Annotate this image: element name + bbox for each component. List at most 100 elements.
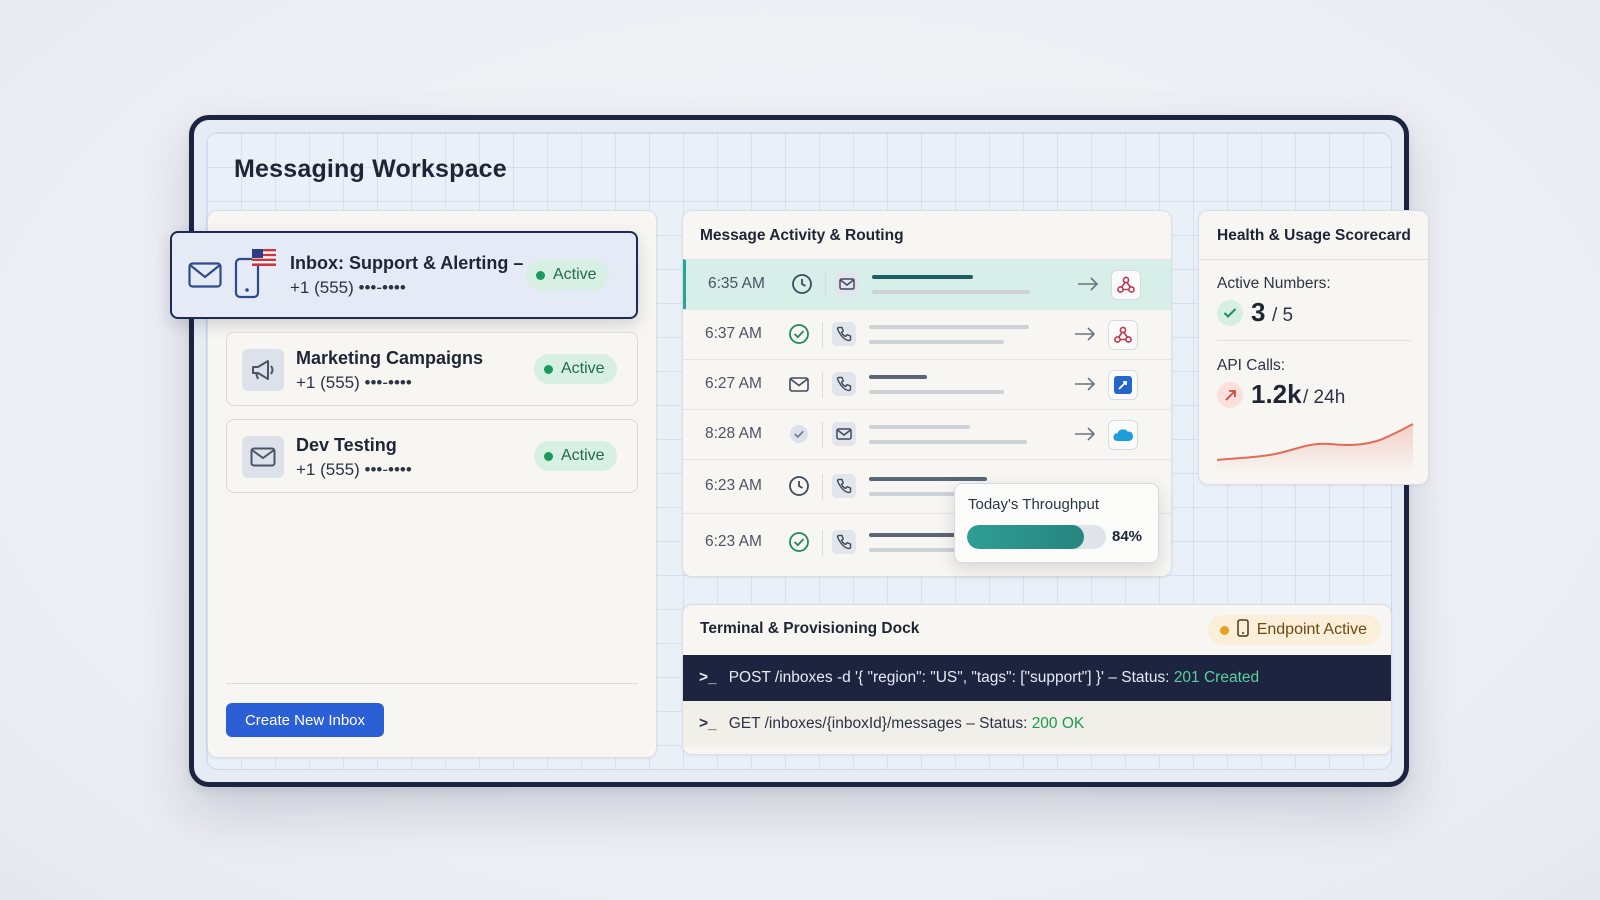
inbox-item-support[interactable]: Inbox: Support & Alerting – +1 (555) •••… [170,231,638,319]
check-filled-icon [788,423,810,445]
prompt-icon: >_ [699,715,717,732]
mail-icon [188,262,222,288]
status-badge: Active [534,354,617,384]
separator [822,372,823,398]
terminal-dock: Terminal & Provisioning Dock Endpoint Ac… [682,604,1392,755]
panel-title: Terminal & Provisioning Dock [700,620,920,637]
phone-icon [832,474,856,498]
mail-icon [832,422,856,446]
webhook-icon[interactable] [1108,320,1138,350]
mail-icon [835,272,859,296]
message-preview-bar [869,440,1027,444]
throughput-progress-bar [967,525,1106,549]
status-badge: Active [526,260,609,290]
status-badge-label: Active [561,360,605,377]
activity-row[interactable]: 6:35 AM [683,259,1171,309]
active-numbers-total: / 5 [1272,305,1294,326]
message-preview-bar [869,375,927,379]
check-icon [1217,300,1243,326]
inbox-number: +1 (555) •••-•••• [296,373,412,392]
clock-icon [791,273,813,295]
device-icon [1236,618,1249,642]
create-inbox-button[interactable]: Create New Inbox [226,703,384,737]
megaphone-icon [242,349,284,391]
inbox-name: Dev Testing [296,435,397,455]
api-calls-sparkline [1215,416,1415,476]
jira-icon[interactable] [1108,370,1138,400]
phone-icon [832,530,856,554]
webhook-icon[interactable] [1111,270,1141,300]
throughput-label: Today's Throughput [968,496,1100,513]
arrow-right-icon [1073,423,1097,445]
endpoint-status-label: Endpoint Active [1256,621,1367,638]
divider [1217,340,1411,341]
activity-row[interactable]: 6:37 AM [683,309,1171,359]
activity-time: 6:23 AM [705,477,762,494]
activity-row[interactable]: 8:28 AM [683,409,1171,459]
api-calls-label: API Calls: [1217,357,1286,374]
message-preview-bar [872,290,1030,294]
mail-icon [788,373,810,395]
divider [1199,259,1430,260]
separator [822,530,823,556]
endpoint-status-badge: Endpoint Active [1207,615,1381,645]
status-badge-label: Active [553,266,597,283]
page-title: Messaging Workspace [234,155,507,183]
us-flag-icon [252,249,276,266]
message-preview-bar [872,275,973,279]
activity-row[interactable]: 6:27 AM [683,359,1171,409]
mail-icon [242,436,284,478]
inbox-item-marketing[interactable]: Marketing Campaigns +1 (555) •••-•••• Ac… [226,332,638,406]
terminal-command: GET /inboxes/{inboxId}/messages – Status… [728,715,1032,732]
message-preview-bar [869,325,1029,329]
active-numbers-value: 3 [1251,297,1266,327]
message-preview-bar [869,492,959,496]
terminal-line[interactable]: >_ POST /inboxes -d '{ "region": "US", "… [683,655,1391,701]
inbox-name: Inbox: Support & Alerting – [290,253,524,273]
activity-time: 6:23 AM [705,533,762,550]
inbox-number: +1 (555) •••-•••• [290,278,406,297]
divider [226,683,638,684]
message-preview-bar [869,548,959,552]
trend-up-icon [1217,382,1243,408]
prompt-icon: >_ [699,669,717,686]
separator [822,474,823,500]
terminal-status: 200 OK [1031,715,1085,732]
health-scorecard: Health & Usage Scorecard Active Numbers:… [1198,210,1430,485]
activity-time: 6:35 AM [708,275,765,292]
phone-icon [832,372,856,396]
clock-icon [788,475,810,497]
terminal-command: POST /inboxes -d '{ "region": "US", "tag… [728,669,1174,686]
salesforce-cloud-icon[interactable] [1108,420,1138,450]
arrow-right-icon [1073,323,1097,345]
inbox-item-dev-testing[interactable]: Dev Testing +1 (555) •••-•••• Active [226,419,638,493]
inbox-number: +1 (555) •••-•••• [296,460,412,479]
phone-icon [832,322,856,346]
active-numbers-label: Active Numbers: [1217,275,1331,292]
arrow-right-icon [1076,273,1100,295]
arrow-right-icon [1073,373,1097,395]
panel-title: Message Activity & Routing [700,227,904,244]
message-preview-bar [869,340,1004,344]
separator [822,422,823,448]
message-preview-bar [869,533,959,537]
separator [822,322,823,348]
status-badge: Active [534,441,617,471]
terminal-line[interactable]: >_ GET /inboxes/{inboxId}/messages – Sta… [683,701,1391,747]
separator [825,272,826,298]
check-circle-icon [788,531,810,553]
api-calls-value: 1.2k [1251,379,1302,409]
status-dot [544,451,553,461]
api-calls-period: / 24h [1303,387,1346,408]
panel-title: Health & Usage Scorecard [1217,227,1411,244]
status-dot [536,270,545,280]
message-preview-bar [869,390,1004,394]
activity-time: 6:37 AM [705,325,762,342]
activity-time: 6:27 AM [705,375,762,392]
message-preview-bar [869,425,970,429]
throughput-tooltip: Today's Throughput 84% [954,483,1159,563]
status-badge-label: Active [561,447,605,464]
message-preview-bar [869,477,987,481]
status-dot [544,364,553,374]
terminal-status: 201 Created [1173,669,1260,686]
